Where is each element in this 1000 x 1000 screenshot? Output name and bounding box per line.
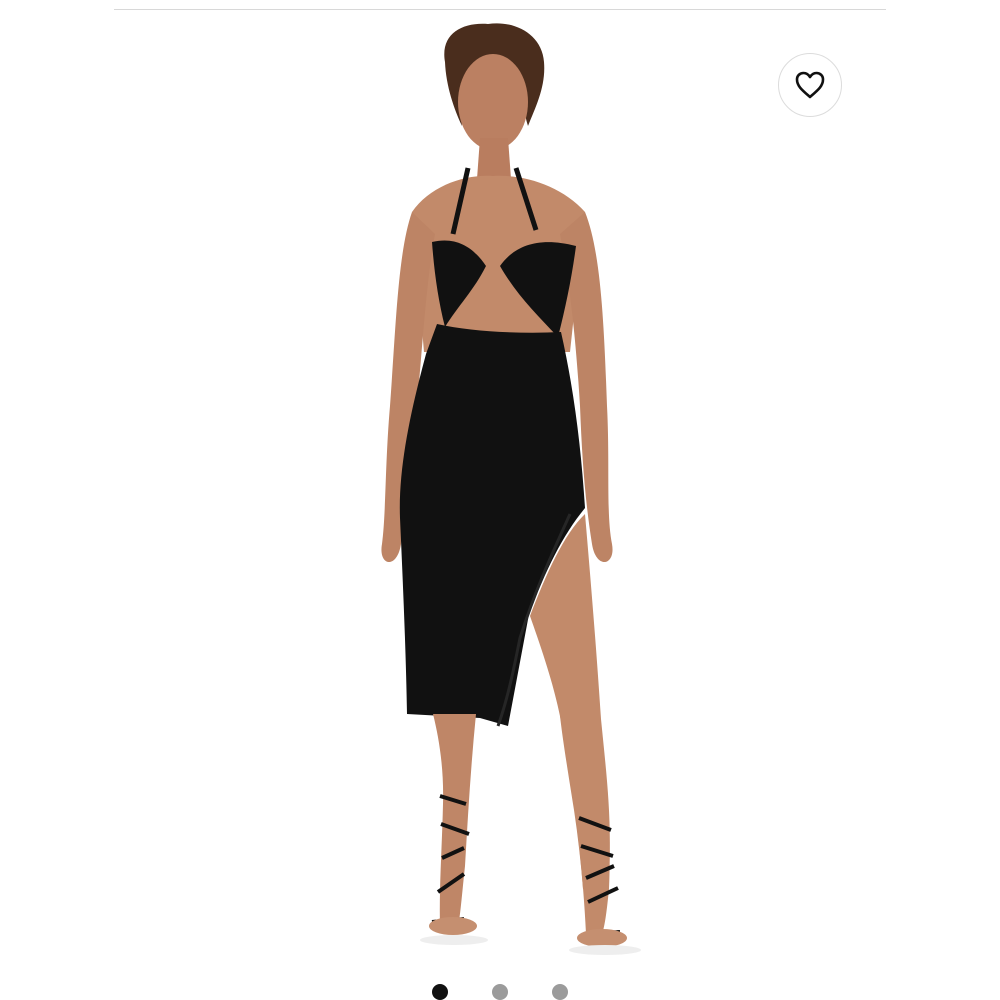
model-left-calf xyxy=(433,714,476,926)
floor-shadow-left xyxy=(420,935,488,945)
carousel-dot-2[interactable] xyxy=(492,984,508,1000)
floor-shadow-right xyxy=(569,945,641,955)
model-right-foot xyxy=(577,929,627,947)
carousel-dot-1[interactable] xyxy=(432,984,448,1000)
model-left-foot xyxy=(429,917,477,935)
carousel-dot-3[interactable] xyxy=(552,984,568,1000)
heart-outline-icon xyxy=(794,70,826,100)
model-face xyxy=(458,54,528,150)
product-gallery-page xyxy=(0,0,1000,1000)
model-neck xyxy=(477,138,511,179)
top-divider xyxy=(114,9,886,10)
product-image[interactable] xyxy=(300,14,700,980)
favorite-button[interactable] xyxy=(778,53,842,117)
carousel-pagination xyxy=(0,984,1000,1000)
